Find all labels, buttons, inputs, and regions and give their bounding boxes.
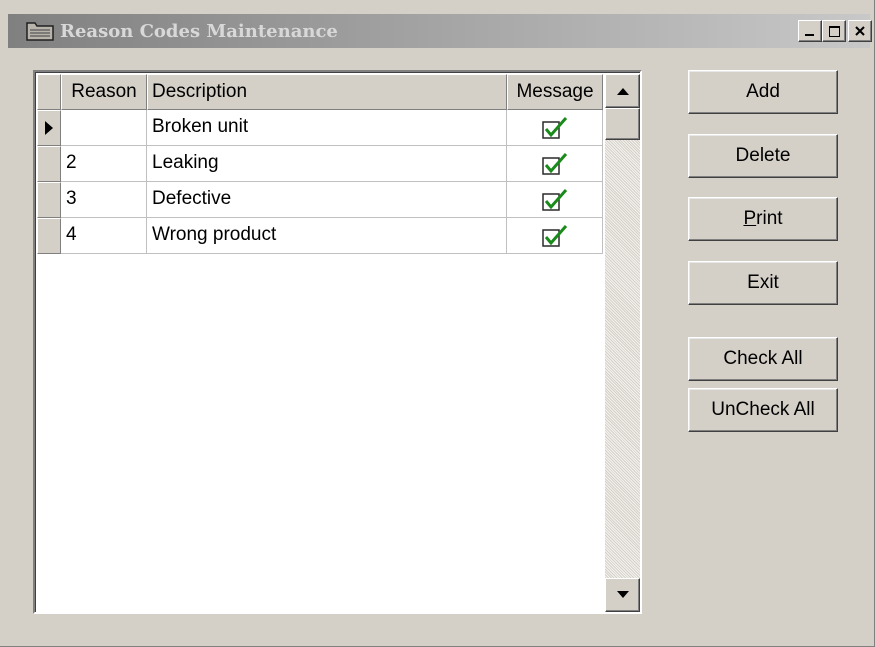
column-header-message[interactable]: Message	[507, 74, 603, 110]
cell-description[interactable]: Broken unit	[147, 110, 507, 146]
checkmark-icon	[541, 188, 567, 211]
folder-icon	[26, 22, 54, 41]
close-button[interactable]	[848, 20, 872, 42]
title-bar[interactable]: Reason Codes Maintenance	[8, 14, 872, 48]
current-row-arrow-icon	[45, 121, 53, 135]
row-indicator[interactable]	[37, 182, 61, 218]
cell-reason[interactable]	[61, 110, 147, 146]
reason-codes-window: Reason Codes Maintenance Reason Descript…	[0, 0, 875, 647]
maximize-button[interactable]	[822, 20, 846, 42]
column-header-reason[interactable]: Reason	[61, 74, 147, 110]
grid-corner	[37, 74, 61, 110]
minimize-button[interactable]	[798, 20, 822, 42]
scroll-down-button[interactable]	[605, 578, 640, 612]
cell-reason[interactable]: 4	[61, 218, 147, 254]
vertical-scrollbar[interactable]	[605, 74, 640, 612]
checkmark-icon	[541, 224, 567, 247]
scroll-up-button[interactable]	[605, 74, 640, 108]
cell-reason[interactable]: 3	[61, 182, 147, 218]
check-all-button[interactable]: Check All	[688, 337, 838, 381]
cell-reason[interactable]: 2	[61, 146, 147, 182]
close-icon	[855, 26, 865, 36]
cell-description[interactable]: Defective	[147, 182, 507, 218]
cell-message-checkbox[interactable]	[507, 110, 603, 146]
reason-codes-grid[interactable]: Reason Description Message Broken unit 2…	[33, 70, 642, 614]
delete-button[interactable]: Delete	[688, 134, 838, 178]
cell-message-checkbox[interactable]	[507, 218, 603, 254]
cell-message-checkbox[interactable]	[507, 182, 603, 218]
cell-description[interactable]: Wrong product	[147, 218, 507, 254]
minimize-icon	[805, 34, 814, 36]
row-indicator[interactable]	[37, 218, 61, 254]
add-button[interactable]: Add	[688, 70, 838, 114]
arrow-up-icon	[616, 88, 629, 95]
uncheck-all-button[interactable]: UnCheck All	[688, 388, 838, 432]
column-header-description[interactable]: Description	[147, 74, 507, 110]
row-indicator-current[interactable]	[37, 110, 61, 146]
print-button[interactable]: Print	[688, 197, 838, 241]
print-label: rint	[756, 208, 783, 229]
cell-description[interactable]: Leaking	[147, 146, 507, 182]
window-title: Reason Codes Maintenance	[60, 21, 338, 42]
row-indicator[interactable]	[37, 146, 61, 182]
cell-message-checkbox[interactable]	[507, 146, 603, 182]
arrow-down-icon	[616, 591, 629, 598]
print-mnemonic: P	[743, 208, 757, 229]
exit-button[interactable]: Exit	[688, 261, 838, 305]
checkmark-icon	[541, 116, 567, 139]
maximize-icon	[828, 25, 840, 37]
checkmark-icon	[541, 152, 567, 175]
scroll-thumb[interactable]	[605, 108, 640, 140]
